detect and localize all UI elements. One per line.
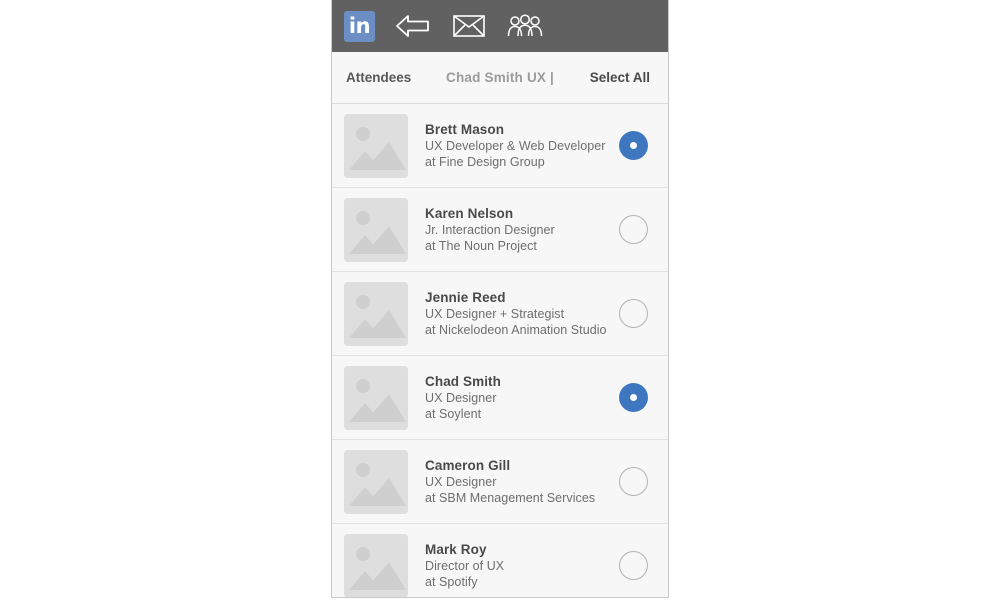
attendee-name: Karen Nelson bbox=[425, 205, 514, 221]
attendee-company: at The Noun Project bbox=[425, 238, 537, 253]
attendee-company: at Nickelodeon Animation Studio bbox=[425, 322, 607, 337]
attendee-select-radio[interactable] bbox=[619, 215, 648, 244]
attendee-info: Cameron Gill UX Designer at SBM Menagement… bbox=[408, 459, 619, 505]
avatar-placeholder-icon bbox=[344, 365, 408, 430]
attendee-info: Karen Nelson Jr. Interaction Designer at T… bbox=[408, 207, 619, 253]
top-toolbar: in bbox=[332, 0, 668, 52]
envelope-icon[interactable] bbox=[453, 14, 485, 38]
attendee-company: at Spotify bbox=[425, 574, 478, 589]
attendee-title: UX Designer + Strategist bbox=[425, 307, 565, 322]
attendee-company: at Soylent bbox=[425, 406, 482, 421]
linkedin-logo-icon[interactable]: in bbox=[344, 10, 375, 42]
avatar-placeholder-icon bbox=[344, 197, 408, 262]
attendee-list: Brett Mason UX Developer & Web Developer a… bbox=[332, 104, 668, 597]
avatar-placeholder-icon bbox=[344, 281, 408, 346]
attendee-info: Brett Mason UX Developer & Web Developer a… bbox=[408, 123, 619, 169]
filter-chip-chad-smith-ux[interactable]: Chad Smith UX | bbox=[446, 70, 554, 85]
tab-attendees[interactable]: Attendees bbox=[346, 70, 411, 85]
attendee-title: UX Developer & Web Developer bbox=[425, 139, 606, 154]
back-arrow-icon[interactable] bbox=[395, 13, 431, 39]
attendee-title: UX Designer bbox=[425, 391, 497, 406]
attendee-info: Chad Smith UX Designer at Soylent bbox=[408, 375, 619, 421]
attendee-select-radio[interactable] bbox=[619, 467, 648, 496]
attendee-selection-panel: in Attendees Chad Smith UX | Select All … bbox=[331, 0, 669, 598]
attendee-name: Brett Mason bbox=[425, 121, 505, 137]
attendee-title: Director of UX bbox=[425, 559, 505, 574]
attendee-info: Mark Roy Director of UX at Spotify bbox=[408, 543, 619, 589]
attendee-title: UX Designer bbox=[425, 475, 497, 490]
attendee-row[interactable]: Jennie Reed UX Designer + Strategist at Ni… bbox=[332, 272, 668, 356]
attendee-row[interactable]: Karen Nelson Jr. Interaction Designer at T… bbox=[332, 188, 668, 272]
attendee-row[interactable]: Mark Roy Director of UX at Spotify bbox=[332, 524, 668, 597]
attendee-name: Jennie Reed bbox=[425, 289, 506, 305]
attendee-company: at Fine Design Group bbox=[425, 154, 545, 169]
attendee-name: Chad Smith bbox=[425, 373, 502, 389]
avatar-placeholder-icon bbox=[344, 113, 408, 178]
attendee-select-radio[interactable] bbox=[619, 299, 648, 328]
attendee-row[interactable]: Brett Mason UX Developer & Web Developer a… bbox=[332, 104, 668, 188]
attendee-name: Cameron Gill bbox=[425, 457, 511, 473]
attendee-name: Mark Roy bbox=[425, 541, 487, 557]
attendee-row[interactable]: Cameron Gill UX Designer at SBM Menagement… bbox=[332, 440, 668, 524]
attendee-title: Jr. Interaction Designer bbox=[425, 223, 555, 238]
people-group-icon[interactable] bbox=[507, 14, 543, 38]
avatar-placeholder-icon bbox=[344, 449, 408, 514]
attendee-company: at SBM Menagement Services bbox=[425, 490, 596, 505]
attendee-info: Jennie Reed UX Designer + Strategist at Ni… bbox=[408, 291, 619, 337]
attendee-row[interactable]: Chad Smith UX Designer at Soylent bbox=[332, 356, 668, 440]
avatar-placeholder-icon bbox=[344, 533, 408, 597]
select-all-button[interactable]: Select All bbox=[590, 70, 650, 85]
attendee-select-radio[interactable] bbox=[619, 131, 648, 160]
sub-header-bar: Attendees Chad Smith UX | Select All bbox=[332, 52, 668, 104]
attendee-select-radio[interactable] bbox=[619, 383, 648, 412]
attendee-select-radio[interactable] bbox=[619, 551, 648, 580]
